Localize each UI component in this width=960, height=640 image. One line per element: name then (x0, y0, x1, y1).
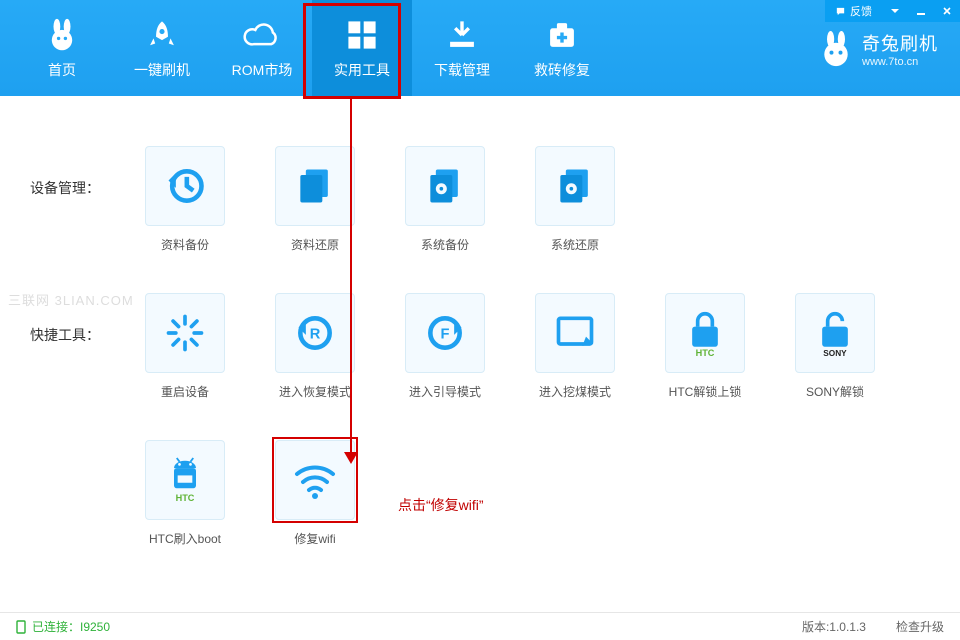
svg-text:HTC: HTC (696, 348, 715, 358)
minimize-button[interactable] (908, 0, 934, 22)
tool-recovery-mode[interactable]: R 进入恢复模式 (270, 293, 360, 400)
nav-label: 首页 (48, 60, 76, 80)
lock-icon: HTC (683, 308, 727, 358)
tool-fix-wifi[interactable]: 修复wifi (270, 440, 360, 547)
tool-restore-system[interactable]: 系统还原 (530, 146, 620, 253)
files-gear-icon (553, 164, 597, 208)
svg-text:R: R (310, 327, 321, 343)
nav-label: 下载管理 (434, 60, 490, 80)
watermark: 三联网 3LIAN.COM (8, 290, 134, 309)
nav-flash[interactable]: 一键刷机 (112, 0, 212, 96)
tool-restore-data[interactable]: 资料还原 (270, 146, 360, 253)
tool-label: 重启设备 (161, 383, 209, 400)
close-button[interactable] (934, 0, 960, 22)
nav-label: ROM市场 (232, 60, 293, 80)
recovery-icon: R (293, 311, 337, 355)
nav-downloads[interactable]: 下载管理 (412, 0, 512, 96)
brand-name: 奇兔刷机 (862, 30, 938, 56)
nav-rescue[interactable]: 救砖修复 (512, 0, 612, 96)
history-icon (163, 164, 207, 208)
header-nav: 首页 一键刷机 ROM市场 实用工具 下载管理 救砖修复 奇兔刷机 www.7t… (0, 0, 960, 96)
tool-fastboot-mode[interactable]: F 进入引导模式 (400, 293, 490, 400)
status-connected-text: 已连接：I9250 (32, 618, 110, 635)
tool-backup-data[interactable]: 资料备份 (140, 146, 230, 253)
section-device: 设备管理： 资料备份 资料还原 系统备份 系统还原 (30, 146, 940, 253)
files-icon (293, 164, 337, 208)
section-quick: 快捷工具： 重启设备 R 进入恢复模式 F 进入引导模式 进入挖煤模式 HTC … (30, 293, 940, 400)
window-titlebar: 反馈 (825, 0, 960, 22)
tool-label: HTC解锁上锁 (669, 383, 742, 400)
brand-url: www.7to.cn (862, 56, 918, 68)
dropdown-button[interactable] (882, 0, 908, 22)
nav-label: 一键刷机 (134, 60, 190, 80)
chevron-down-icon (890, 6, 900, 16)
brand-rabbit-icon (818, 31, 854, 67)
medkit-icon (545, 16, 579, 54)
nav-label: 救砖修复 (534, 60, 590, 80)
svg-text:SONY: SONY (823, 349, 847, 358)
section-label-empty (30, 440, 140, 472)
minimize-icon (916, 6, 926, 16)
rabbit-icon (45, 16, 79, 54)
nav-label: 实用工具 (334, 60, 390, 80)
tool-label: SONY解锁 (806, 383, 864, 400)
svg-text:F: F (441, 327, 450, 343)
tool-label: 系统备份 (421, 236, 469, 253)
section-label: 设备管理： (30, 146, 140, 198)
nav-tools[interactable]: 实用工具 (312, 0, 412, 96)
download-icon (445, 16, 479, 54)
grid-icon (345, 16, 379, 54)
cloud-icon (242, 16, 282, 54)
wifi-icon (291, 460, 339, 500)
tool-label: HTC刷入boot (149, 530, 221, 547)
android-icon: HTC (163, 455, 207, 505)
tool-sony-unlock[interactable]: SONY SONY解锁 (790, 293, 880, 400)
speech-icon (835, 6, 846, 17)
tool-label: 进入恢复模式 (279, 383, 351, 400)
status-version: 版本:1.0.1.3 (802, 618, 866, 635)
status-check-update[interactable]: 检查升级 (896, 618, 944, 635)
tool-htc-unlock[interactable]: HTC HTC解锁上锁 (660, 293, 750, 400)
nav-home[interactable]: 首页 (12, 0, 112, 96)
status-connection: 已连接：I9250 (16, 618, 110, 635)
feedback-label: 反馈 (850, 3, 872, 19)
rocket-icon (145, 16, 179, 54)
nav: 首页 一键刷机 ROM市场 实用工具 下载管理 救砖修复 (12, 0, 612, 96)
tool-label: 修复wifi (294, 530, 335, 547)
close-icon (942, 6, 952, 16)
tool-reboot[interactable]: 重启设备 (140, 293, 230, 400)
feedback-button[interactable]: 反馈 (825, 0, 882, 22)
status-bar: 已连接：I9250 版本:1.0.1.3 检查升级 (0, 612, 960, 640)
tool-backup-system[interactable]: 系统备份 (400, 146, 490, 253)
tool-label: 资料备份 (161, 236, 209, 253)
tool-download-mode[interactable]: 进入挖煤模式 (530, 293, 620, 400)
brand: 奇兔刷机 www.7to.cn (818, 30, 938, 68)
fastboot-icon: F (423, 311, 467, 355)
unlock-icon: SONY (813, 308, 857, 358)
tool-label: 系统还原 (551, 236, 599, 253)
phone-icon (16, 620, 26, 634)
annotation-text: 点击“修复wifi” (398, 495, 484, 515)
tool-htc-boot[interactable]: HTC HTC刷入boot (140, 440, 230, 547)
tool-label: 进入引导模式 (409, 383, 481, 400)
section-extra: HTC HTC刷入boot 修复wifi (30, 440, 940, 547)
svg-text:HTC: HTC (176, 493, 195, 503)
tool-label: 资料还原 (291, 236, 339, 253)
content: 设备管理： 资料备份 资料还原 系统备份 系统还原 快捷工具： (0, 96, 960, 612)
nav-rom-market[interactable]: ROM市场 (212, 0, 312, 96)
files-gear-icon (423, 164, 467, 208)
download-mode-icon (553, 311, 597, 355)
loading-icon (163, 311, 207, 355)
tool-label: 进入挖煤模式 (539, 383, 611, 400)
